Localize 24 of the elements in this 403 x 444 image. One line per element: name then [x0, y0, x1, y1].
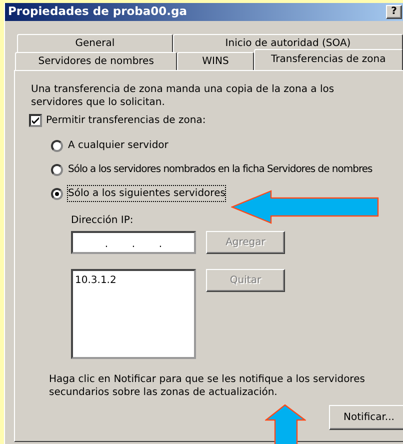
tab[interactable]: Transferencias de zona	[254, 49, 403, 70]
radio-label: Sólo a los servidores nombrados en la ficha Servidores de nombres	[68, 163, 372, 177]
ip-separator: .	[132, 241, 136, 249]
tab[interactable]: WINS	[177, 52, 254, 70]
radio-button[interactable]	[51, 188, 63, 200]
tab[interactable]: Servidores de nombres	[15, 52, 178, 70]
radio-label: Sólo a los siguientes servidores	[68, 186, 226, 201]
ip-separator: .	[104, 241, 108, 249]
notify-button[interactable]: Notificar...	[329, 405, 403, 430]
radio-button[interactable]	[51, 164, 63, 176]
notify-description: Haga clic en Notificar para que se les notifique a los servidores secundarios sobre las zonas de actualización.	[49, 373, 366, 399]
description-text: Una transferencia de zona manda una copia de la zona a los servidores que lo solicitan.	[31, 83, 336, 109]
help-button[interactable]: ?	[386, 5, 402, 19]
ip-separator: .	[158, 241, 162, 249]
ip-address-label: Dirección IP:	[71, 214, 134, 228]
tab[interactable]: General	[17, 34, 173, 52]
radio-button[interactable]	[51, 140, 63, 152]
radio-label: A cualquier servidor	[68, 139, 168, 153]
ip-address-field[interactable]: . . .	[71, 231, 196, 254]
checkbox-label: Permitir transferencias de zona:	[46, 114, 206, 128]
allow-transfers-checkbox[interactable]	[29, 114, 42, 127]
check-icon	[31, 116, 40, 125]
list-item[interactable]: 10.3.1.2	[75, 273, 192, 288]
annotation-arrow	[265, 404, 306, 444]
